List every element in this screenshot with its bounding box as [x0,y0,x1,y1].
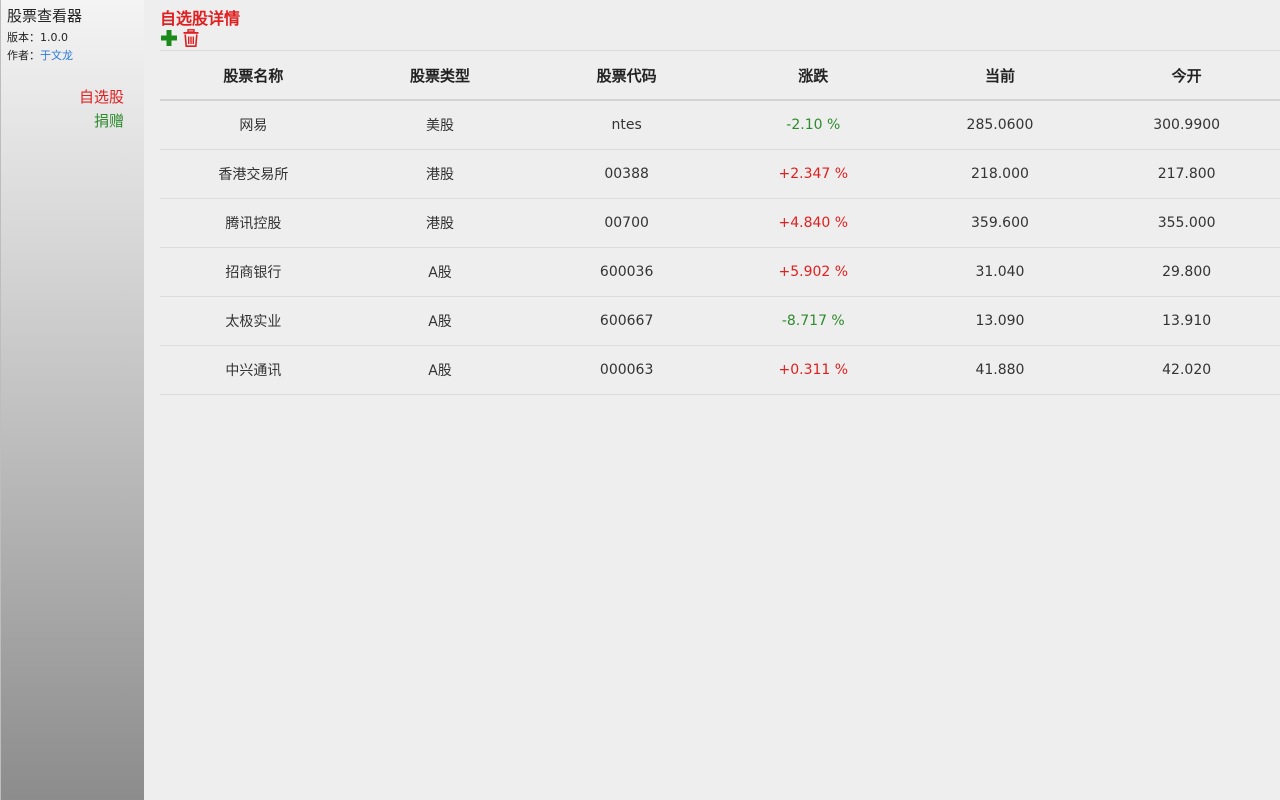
sidebar: 股票查看器 版本：1.0.0 作者：于文龙 自选股 捐赠 [0,0,144,800]
stock-change-cell: +5.902 % [719,247,907,297]
stock-change-cell: -8.717 % [719,296,907,346]
column-header-name[interactable]: 股票名称 [160,51,347,101]
stock-code-cell: 00700 [533,198,720,248]
stock-name-cell: 腾讯控股 [160,198,347,248]
stock-type-cell: 美股 [346,100,534,150]
app-window: 股票查看器 版本：1.0.0 作者：于文龙 自选股 捐赠 自选股详情 股票名称 … [0,0,1280,800]
stock-open-cell: 13.910 [1093,296,1280,346]
stock-code-cell: 600036 [533,247,720,297]
sidebar-item-donate[interactable]: 捐赠 [94,110,124,131]
stock-open-cell: 29.800 [1093,247,1280,297]
stock-name-cell: 香港交易所 [160,149,347,199]
table-row[interactable]: 网易 美股 ntes -2.10 % 285.0600 300.9900 [160,100,1280,150]
column-header-current[interactable]: 当前 [906,51,1094,101]
table-row[interactable]: 香港交易所 港股 00388 +2.347 % 218.000 217.800 [160,149,1280,199]
main-panel: 自选股详情 股票名称 股票类型 股票代码 涨跌 当前 今开 网易 美股 ntes… [160,0,1280,800]
add-stock-button[interactable] [160,28,178,48]
table-row[interactable]: 腾讯控股 港股 00700 +4.840 % 359.600 355.000 [160,198,1280,248]
version-value: 1.0.0 [40,31,68,44]
stock-type-cell: A股 [346,345,534,395]
delete-stock-button[interactable] [182,28,200,48]
stock-name-cell: 中兴通讯 [160,345,347,395]
stock-change-cell: +4.840 % [719,198,907,248]
stock-code-cell: 00388 [533,149,720,199]
stock-change-cell: -2.10 % [719,100,907,150]
stock-current-cell: 359.600 [906,198,1094,248]
table-row[interactable]: 太极实业 A股 600667 -8.717 % 13.090 13.910 [160,296,1280,346]
stock-code-cell: 600667 [533,296,720,346]
sidebar-item-watchlist[interactable]: 自选股 [79,86,124,107]
table-row[interactable]: 招商银行 A股 600036 +5.902 % 31.040 29.800 [160,247,1280,297]
version-label: 版本： [7,31,40,44]
stock-type-cell: 港股 [346,149,534,199]
stock-current-cell: 31.040 [906,247,1094,297]
app-title: 股票查看器 [7,7,83,25]
table-header-row: 股票名称 股票类型 股票代码 涨跌 当前 今开 [160,51,1280,101]
stock-open-cell: 42.020 [1093,345,1280,395]
stock-name-cell: 招商银行 [160,247,347,297]
page-title: 自选股详情 [160,9,241,28]
toolbar [160,28,200,48]
plus-icon [161,30,177,46]
stock-current-cell: 41.880 [906,345,1094,395]
stock-open-cell: 355.000 [1093,198,1280,248]
stock-open-cell: 300.9900 [1093,100,1280,150]
trash-icon [183,29,199,47]
stock-name-cell: 太极实业 [160,296,347,346]
stock-open-cell: 217.800 [1093,149,1280,199]
stock-current-cell: 218.000 [906,149,1094,199]
stock-change-cell: +0.311 % [719,345,907,395]
stock-code-cell: 000063 [533,345,720,395]
stock-table-container: 股票名称 股票类型 股票代码 涨跌 当前 今开 网易 美股 ntes -2.10… [160,50,1280,395]
column-header-type[interactable]: 股票类型 [346,51,534,101]
stock-change-cell: +2.347 % [719,149,907,199]
stock-type-cell: A股 [346,296,534,346]
author-info: 作者：于文龙 [7,47,73,63]
stock-table: 股票名称 股票类型 股票代码 涨跌 当前 今开 网易 美股 ntes -2.10… [160,51,1280,395]
stock-name-cell: 网易 [160,100,347,150]
stock-type-cell: A股 [346,247,534,297]
stock-current-cell: 13.090 [906,296,1094,346]
version-info: 版本：1.0.0 [7,29,68,45]
column-header-code[interactable]: 股票代码 [533,51,720,101]
author-link[interactable]: 于文龙 [40,49,73,62]
stock-current-cell: 285.0600 [906,100,1094,150]
table-row[interactable]: 中兴通讯 A股 000063 +0.311 % 41.880 42.020 [160,345,1280,395]
column-header-open[interactable]: 今开 [1093,51,1280,101]
stock-type-cell: 港股 [346,198,534,248]
stock-code-cell: ntes [533,100,720,150]
author-label: 作者： [7,49,40,62]
column-header-change[interactable]: 涨跌 [719,51,907,101]
